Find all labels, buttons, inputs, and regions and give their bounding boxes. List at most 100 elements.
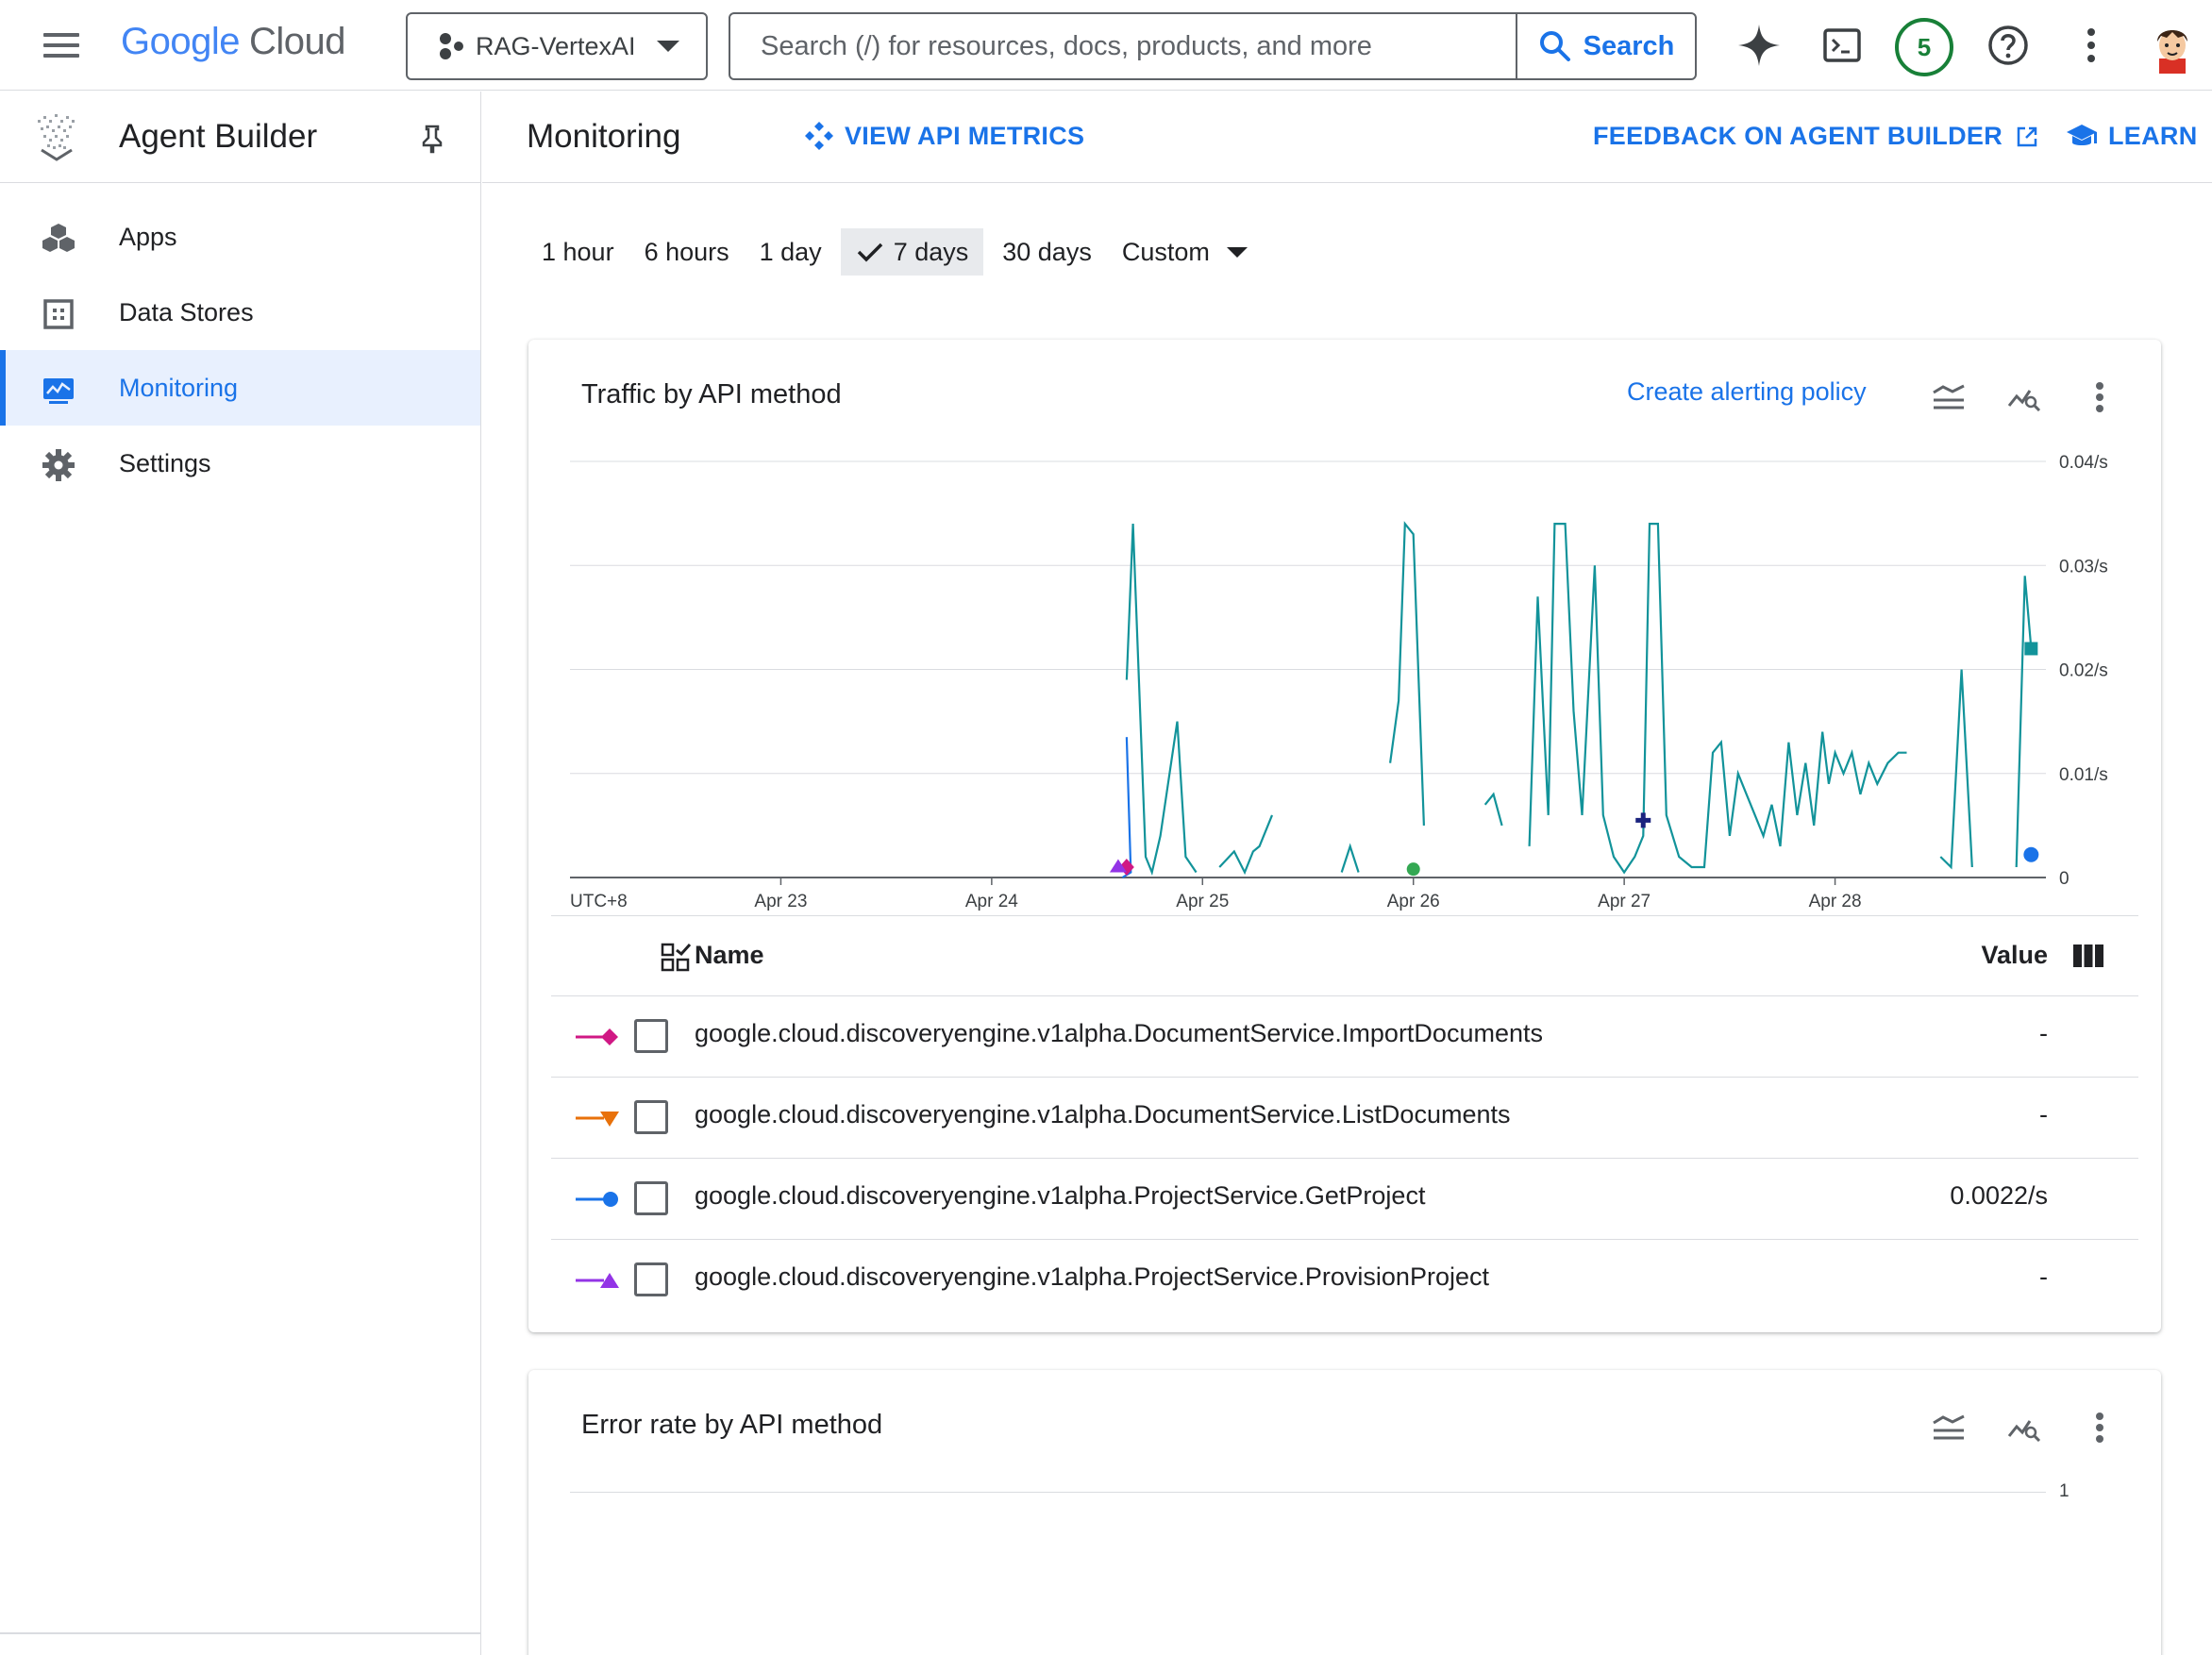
y-axis-tick-label: 0 [2059, 869, 2070, 889]
help-icon[interactable] [1982, 19, 2035, 72]
sidebar-item-monitoring[interactable]: Monitoring [0, 350, 480, 426]
project-picker[interactable]: RAG-VertexAI [406, 12, 708, 80]
legend-row: google.cloud.discoveryengine.v1alpha.Pro… [551, 1240, 2138, 1321]
time-range-label: 30 days [1002, 237, 1092, 266]
sidebar-item-label: Settings [119, 448, 211, 477]
diamond-marker-icon [576, 1028, 618, 1045]
explore-chart-icon[interactable] [2003, 1406, 2046, 1449]
triangle-up-marker-icon [576, 1273, 619, 1288]
triangle-down-marker-icon [576, 1112, 619, 1127]
sidebar-item-apps[interactable]: Apps [0, 199, 480, 275]
series-name: google.cloud.discoveryengine.v1alpha.Doc… [695, 1100, 1511, 1128]
column-picker-icon[interactable] [661, 943, 691, 973]
sidebar-header: Agent Builder [0, 92, 480, 183]
top-bar: GoogleCloud RAG-VertexAI Search 5 [0, 0, 2212, 91]
check-icon [857, 242, 882, 262]
series-line [1389, 521, 1425, 826]
series-line [1483, 792, 1503, 827]
series-value: - [2039, 1262, 2048, 1291]
y-axis-tick-label: 0.01/s [2059, 765, 2108, 785]
notification-count: 5 [1895, 18, 1953, 76]
time-range-label: 1 hour [542, 237, 614, 266]
monitoring-icon [43, 378, 74, 404]
traffic-chart-card: Traffic by API method Create alerting po… [528, 340, 2161, 1332]
legend-row: google.cloud.discoveryengine.v1alpha.Pro… [551, 1159, 2138, 1240]
time-range-label: 1 day [759, 237, 822, 266]
series-value: 0.0022/s [1950, 1181, 2048, 1210]
logo-cloud: Cloud [248, 21, 346, 62]
y-axis-tick-label: 1 [2059, 1481, 2070, 1501]
more-vert-icon[interactable] [2065, 19, 2118, 72]
more-vert-icon[interactable] [2078, 1406, 2121, 1449]
sidebar-item-settings[interactable]: Settings [0, 426, 480, 501]
time-range-custom[interactable]: Custom [1111, 228, 1259, 276]
card-title: Error rate by API method [581, 1410, 883, 1440]
hamburger-menu-icon[interactable] [38, 26, 87, 66]
timezone-label: UTC+8 [570, 892, 628, 911]
series-name: google.cloud.discoveryengine.v1alpha.Pro… [695, 1262, 1489, 1291]
notifications-badge[interactable]: 5 [1893, 16, 1955, 78]
error-rate-chart-card: Error rate by API method 1 [528, 1370, 2161, 1655]
series-checkbox[interactable] [634, 1262, 668, 1296]
series-line [2015, 576, 2033, 868]
page-title: Monitoring [527, 118, 681, 155]
view-api-metrics-label: VIEW API METRICS [845, 121, 1085, 150]
legend-name-header[interactable]: Name [695, 941, 764, 970]
gemini-sparkle-icon[interactable] [1733, 19, 1785, 72]
y-axis-tick-label: 0.03/s [2059, 557, 2108, 577]
search-bar: Search [729, 12, 1697, 80]
project-icon [440, 33, 463, 59]
sidebar-item-label: Apps [119, 222, 177, 251]
time-range-1-day[interactable]: 1 day [748, 228, 833, 276]
traffic-line-chart[interactable]: 0 0.01/s 0.02/s 0.03/s 0.04/s UTC+8 Apr 23 Apr … [528, 340, 2161, 925]
series-checkbox[interactable] [634, 1019, 668, 1053]
learn-link[interactable]: LEARN [2065, 122, 2198, 151]
legend-header: Name Value [551, 915, 2138, 996]
gear-icon [42, 449, 75, 481]
api-icon [805, 122, 833, 150]
x-axis-tick-label: Apr 23 [754, 892, 807, 911]
agent-builder-logo-icon [38, 114, 75, 161]
legend-row: google.cloud.discoveryengine.v1alpha.Doc… [551, 1078, 2138, 1159]
series-value: - [2039, 1019, 2048, 1047]
series-name: google.cloud.discoveryengine.v1alpha.Pro… [695, 1181, 1426, 1210]
column-options-icon[interactable] [2072, 943, 2104, 969]
project-name: RAG-VertexAI [476, 31, 636, 60]
search-button[interactable]: Search [1516, 14, 1695, 78]
feedback-link[interactable]: FEEDBACK ON AGENT BUILDER [1593, 122, 2048, 151]
time-range-selector: 1 hour 6 hours 1 day 7 days 30 days Cust… [530, 228, 1266, 276]
time-range-6-hours[interactable]: 6 hours [633, 228, 741, 276]
sidebar-item-label: Data Stores [119, 297, 254, 326]
pin-icon[interactable] [419, 124, 445, 154]
getproject-line [1121, 737, 1132, 878]
view-api-metrics-link[interactable]: VIEW API METRICS [803, 120, 1084, 152]
x-axis-tick-label: Apr 26 [1387, 892, 1440, 911]
avatar[interactable] [2144, 17, 2201, 74]
legend-row: google.cloud.discoveryengine.v1alpha.Doc… [551, 996, 2138, 1078]
y-axis-tick-label: 0.02/s [2059, 661, 2108, 681]
series-value: - [2039, 1100, 2048, 1128]
main-header: Monitoring VIEW API METRICS FEEDBACK ON … [482, 92, 2212, 183]
hover-cross-marker [1635, 812, 1651, 828]
time-range-1-hour[interactable]: 1 hour [530, 228, 626, 276]
cloud-shell-icon[interactable] [1816, 19, 1868, 72]
series-name: google.cloud.discoveryengine.v1alpha.Doc… [695, 1019, 1543, 1047]
time-range-label: 7 days [893, 237, 969, 266]
sidebar-item-data-stores[interactable]: Data Stores [0, 275, 480, 350]
x-axis-tick-label: Apr 25 [1176, 892, 1229, 911]
series-checkbox[interactable] [634, 1181, 668, 1215]
logo-google: Google [121, 21, 240, 62]
legend-value-header[interactable]: Value [1981, 941, 2048, 970]
learn-label: LEARN [2108, 122, 2198, 150]
time-range-7-days[interactable]: 7 days [840, 228, 984, 276]
legend-toggle-icon[interactable] [1927, 1406, 1970, 1449]
series-line [1125, 524, 1198, 877]
time-range-30-days[interactable]: 30 days [991, 228, 1103, 276]
google-cloud-logo[interactable]: Google Cloud [121, 21, 346, 63]
search-icon [1539, 31, 1570, 61]
search-input[interactable] [761, 30, 1497, 62]
getproject-end-marker [2023, 846, 2039, 862]
time-range-label: Custom [1121, 237, 1210, 266]
time-range-label: 6 hours [644, 237, 729, 266]
series-checkbox[interactable] [634, 1100, 668, 1134]
